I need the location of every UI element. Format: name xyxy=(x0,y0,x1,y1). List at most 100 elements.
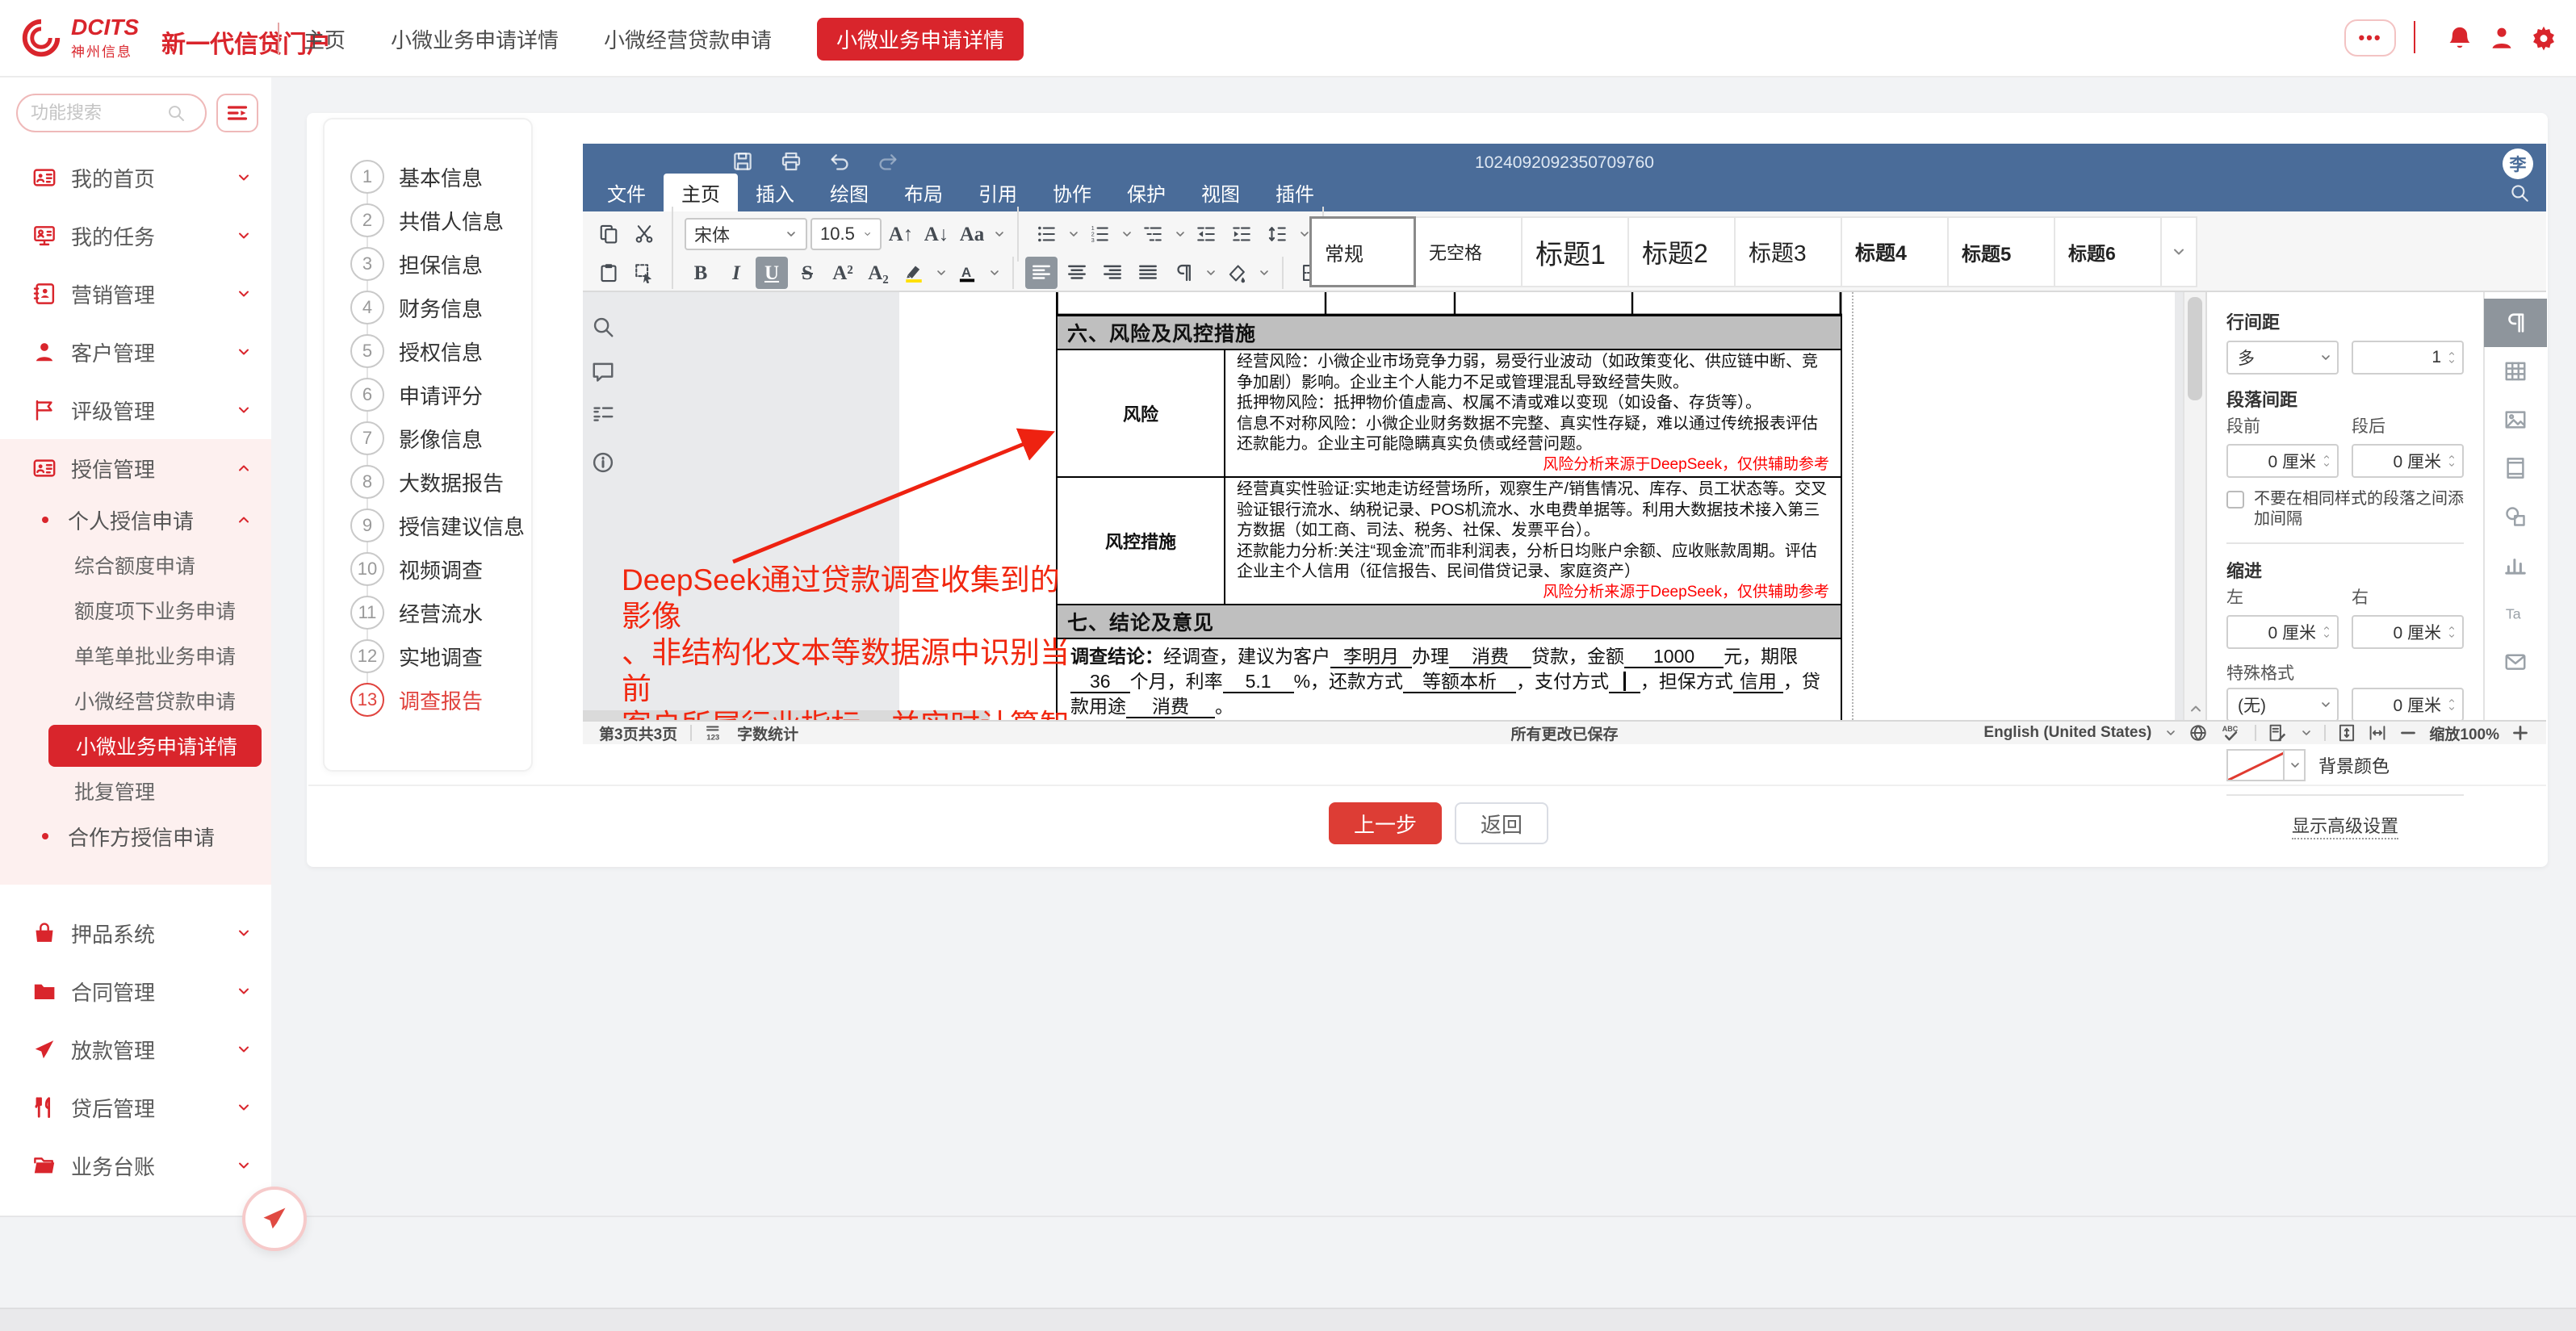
user-icon[interactable] xyxy=(2488,24,2515,52)
step-item-8[interactable]: 8大数据报告 xyxy=(325,460,534,504)
style-preset[interactable]: 标题3 xyxy=(1736,216,1842,287)
sidebar-item[interactable]: 合同管理 xyxy=(0,962,271,1020)
italic-button[interactable]: I xyxy=(720,257,752,289)
sidebar-search[interactable] xyxy=(16,94,207,132)
word-count-label[interactable]: 字数统计 xyxy=(737,722,798,744)
bell-icon[interactable] xyxy=(2446,24,2473,52)
editor-menu-tab[interactable]: 插入 xyxy=(738,174,812,211)
special-format-select[interactable]: (无) xyxy=(2226,688,2339,722)
zoom-out-icon[interactable] xyxy=(2398,723,2418,743)
spacing-after-input[interactable]: 0 厘米 xyxy=(2352,444,2464,478)
sidebar-subitem[interactable]: 小微经营贷款申请 xyxy=(0,678,271,723)
background-color-picker[interactable] xyxy=(2226,749,2306,781)
scrollbar-arrow-icon[interactable] xyxy=(2188,701,2204,717)
sidebar-subitem[interactable]: 个人授信申请 xyxy=(0,497,271,542)
doc-info-icon[interactable] xyxy=(591,450,615,475)
decrease-indent-button[interactable] xyxy=(1190,218,1222,250)
floating-send-button[interactable] xyxy=(242,1187,307,1251)
step-item-3[interactable]: 3担保信息 xyxy=(325,242,534,286)
shapes-panel-icon[interactable] xyxy=(2484,492,2547,541)
header-footer-panel-icon[interactable] xyxy=(2484,444,2547,492)
ellipsis-bubble-icon[interactable]: ••• xyxy=(2344,19,2396,57)
step-item-11[interactable]: 11经营流水 xyxy=(325,591,534,634)
spellcheck-icon[interactable]: ABC xyxy=(2219,723,2243,743)
sidebar-subitem[interactable]: 单笔单批业务申请 xyxy=(0,633,271,678)
step-item-5[interactable]: 5授权信息 xyxy=(325,329,534,373)
sidebar-subitem-active[interactable]: 小微业务申请详情 xyxy=(48,725,262,767)
mail-merge-panel-icon[interactable] xyxy=(2484,638,2547,686)
step-item-13[interactable]: 13调查报告 xyxy=(325,678,534,722)
styles-expand-button[interactable] xyxy=(2162,216,2197,287)
editor-menu-tab[interactable]: 插件 xyxy=(1258,174,1332,211)
step-item-2[interactable]: 2共借人信息 xyxy=(325,199,534,242)
font-color-button[interactable]: A xyxy=(951,257,983,289)
decrease-font-button[interactable]: A↓ xyxy=(920,218,953,250)
change-case-button[interactable]: Aa xyxy=(956,218,988,250)
editor-menu-tab[interactable]: 文件 xyxy=(589,174,664,211)
paragraph-panel-icon[interactable] xyxy=(2484,299,2547,347)
menu-collapse-button[interactable] xyxy=(216,94,258,132)
numbered-list-button[interactable]: 123 xyxy=(1083,218,1116,250)
step-item-7[interactable]: 7影像信息 xyxy=(325,416,534,460)
back-button[interactable]: 返回 xyxy=(1455,802,1548,844)
indent-right-input[interactable]: 0 厘米 xyxy=(2352,615,2464,649)
sidebar-item[interactable]: 营销管理 xyxy=(0,265,271,323)
cut-button[interactable] xyxy=(628,218,660,250)
vertical-scrollbar[interactable] xyxy=(2183,292,2205,720)
text-art-panel-icon[interactable]: Ta xyxy=(2484,589,2547,638)
highlight-button[interactable] xyxy=(898,257,930,289)
spacing-before-input[interactable]: 0 厘米 xyxy=(2226,444,2339,478)
image-panel-icon[interactable] xyxy=(2484,396,2547,444)
justify-button[interactable] xyxy=(1132,257,1164,289)
fit-page-icon[interactable] xyxy=(2337,723,2356,743)
language-select[interactable]: English (United States) xyxy=(1983,724,2151,742)
line-spacing-input[interactable]: 1 xyxy=(2352,341,2464,375)
editor-menu-tab[interactable]: 绘图 xyxy=(812,174,886,211)
special-format-input[interactable]: 0 厘米 xyxy=(2352,688,2464,722)
doc-search-icon[interactable] xyxy=(591,315,615,339)
bullet-list-button[interactable] xyxy=(1030,218,1062,250)
style-preset[interactable]: 标题4 xyxy=(1842,216,1949,287)
indent-left-input[interactable]: 0 厘米 xyxy=(2226,615,2339,649)
redo-icon[interactable] xyxy=(877,150,899,173)
font-name-select[interactable]: 宋体 xyxy=(685,218,807,250)
zoom-in-icon[interactable] xyxy=(2511,723,2530,743)
sidebar-item[interactable]: 客户管理 xyxy=(0,323,271,381)
align-right-button[interactable] xyxy=(1096,257,1129,289)
editor-menu-tab[interactable]: 视图 xyxy=(1183,174,1258,211)
editor-menu-tab[interactable]: 引用 xyxy=(961,174,1035,211)
sidebar-item[interactable]: 放款管理 xyxy=(0,1020,271,1078)
sidebar-subitem[interactable]: 批复管理 xyxy=(0,768,271,814)
bottom-scrollbar-strip[interactable] xyxy=(0,1308,2576,1331)
step-item-4[interactable]: 4财务信息 xyxy=(325,286,534,329)
style-preset[interactable]: 标题6 xyxy=(2055,216,2162,287)
line-spacing-button[interactable] xyxy=(1261,218,1293,250)
subscript-button[interactable]: A₂ xyxy=(862,257,894,289)
editor-menu-tab[interactable]: 协作 xyxy=(1035,174,1109,211)
step-item-10[interactable]: 10视频调查 xyxy=(325,547,534,591)
increase-indent-button[interactable] xyxy=(1225,218,1258,250)
fill-button[interactable] xyxy=(1221,257,1253,289)
editor-menu-active[interactable]: 主页 xyxy=(664,174,738,211)
copy-button[interactable] xyxy=(593,218,625,250)
superscript-button[interactable]: A² xyxy=(827,257,859,289)
sidebar-item[interactable]: 我的首页 xyxy=(0,149,271,207)
sidebar-item[interactable]: 贷后管理 xyxy=(0,1078,271,1136)
style-preset[interactable]: 无空格 xyxy=(1416,216,1523,287)
sidebar-item[interactable]: 押品系统 xyxy=(0,904,271,962)
undo-icon[interactable] xyxy=(828,150,851,173)
print-icon[interactable] xyxy=(780,150,802,173)
sidebar-item[interactable]: 业务台账 xyxy=(0,1136,271,1195)
sidebar-item[interactable]: 授信管理 xyxy=(0,439,271,497)
step-item-1[interactable]: 1基本信息 xyxy=(325,155,534,199)
sidebar-subitem[interactable]: 额度项下业务申请 xyxy=(0,588,271,633)
style-preset[interactable]: 标题5 xyxy=(1949,216,2055,287)
same-style-option[interactable]: 不要在相同样式的段落之间添加间隔 xyxy=(2226,489,2464,529)
align-left-button[interactable] xyxy=(1025,257,1058,289)
editor-search-icon[interactable] xyxy=(2509,182,2530,203)
style-preset[interactable]: 标题1 xyxy=(1523,216,1629,287)
document-canvas[interactable]: 六、风险及风控措施 风险 经营风险：小微企业市场竞争力弱，易受行业波动（如政策变… xyxy=(583,292,2183,720)
step-item-6[interactable]: 6申请评分 xyxy=(325,373,534,416)
editor-menu-tab[interactable]: 保护 xyxy=(1109,174,1183,211)
line-spacing-select[interactable]: 多 xyxy=(2226,341,2339,375)
